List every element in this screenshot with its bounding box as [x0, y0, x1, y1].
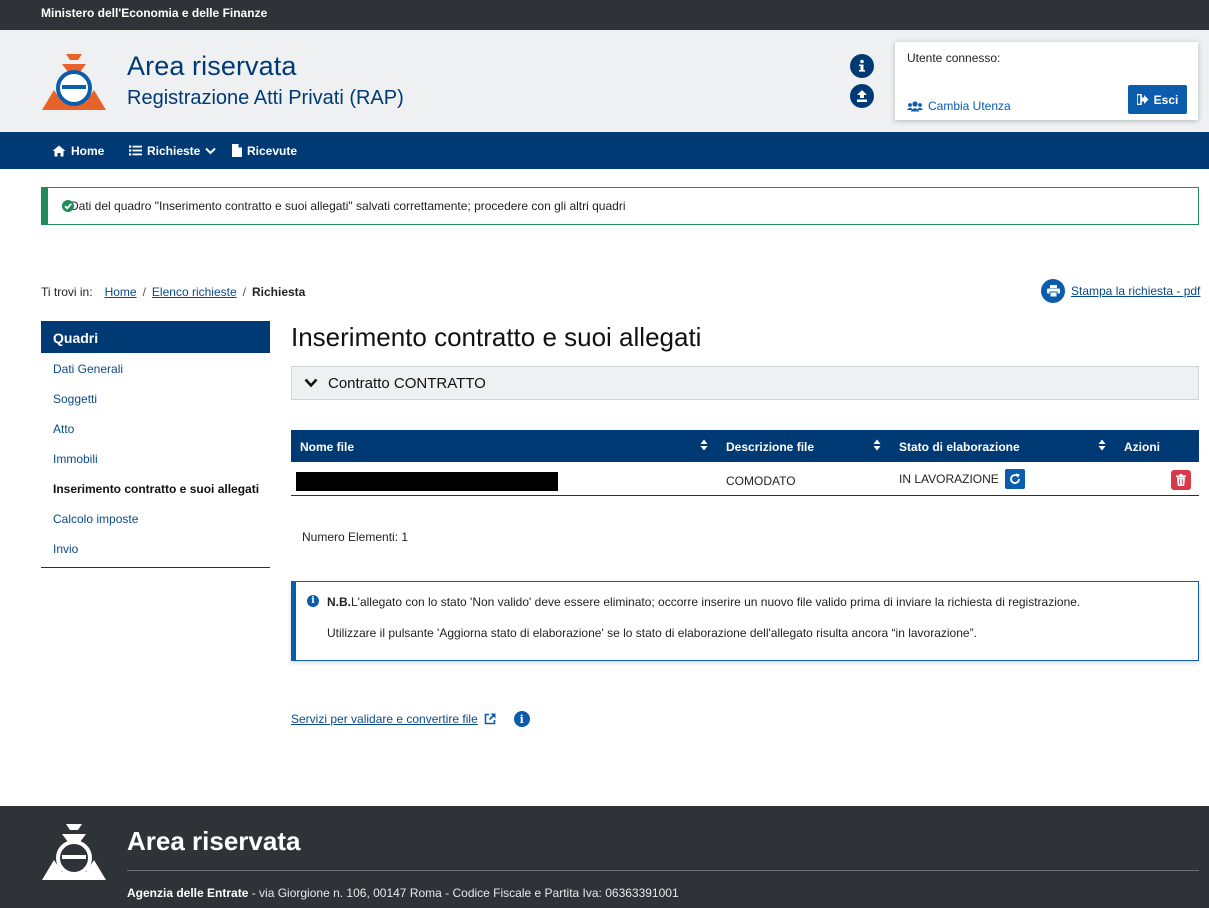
- agenzia-logo[interactable]: [40, 52, 108, 112]
- info-icon[interactable]: i: [513, 711, 530, 727]
- chevron-down-icon: [304, 378, 318, 388]
- agenzia-logo: [42, 824, 106, 880]
- accordion-contratto[interactable]: Contratto CONTRATTO: [291, 366, 1199, 400]
- home-icon: [52, 145, 66, 156]
- print-request-label[interactable]: Stampa la richiesta - pdf: [1071, 284, 1200, 298]
- user-box: Utente connesso: Cambia Utenza Esci: [895, 42, 1198, 120]
- info-icon[interactable]: [850, 54, 874, 78]
- external-link-icon[interactable]: [484, 713, 496, 725]
- trash-icon: [1176, 474, 1186, 486]
- nav-home[interactable]: Home: [52, 132, 104, 169]
- breadcrumb-prefix: Ti trovi in:: [41, 285, 93, 299]
- refresh-icon: [1010, 473, 1020, 484]
- user-connected-label: Utente connesso:: [907, 51, 1001, 65]
- refresh-status-button[interactable]: [1005, 469, 1025, 489]
- sort-icon[interactable]: [700, 439, 708, 454]
- files-table: Nome file Descrizione file Stato di elab…: [291, 430, 1199, 496]
- success-alert: Dati del quadro "Inserimento contratto e…: [41, 187, 1199, 225]
- page-title: Inserimento contratto e suoi allegati: [291, 322, 702, 352]
- note-box: i N.B.L'allegato con lo stato 'Non valid…: [291, 581, 1199, 661]
- app-subtitle: Registrazione Atti Privati (RAP): [127, 87, 404, 109]
- breadcrumb-separator: /: [142, 285, 146, 299]
- list-icon: [129, 145, 142, 156]
- note-bold: N.B.: [327, 595, 351, 609]
- accordion-title: Contratto CONTRATTO: [328, 374, 486, 392]
- sidebar-item-dati-generali[interactable]: Dati Generali: [41, 353, 270, 383]
- nav-richieste[interactable]: Richieste: [129, 132, 217, 169]
- redacted-file-name: [296, 472, 558, 491]
- services-row: Servizi per validare e convertire file i: [291, 711, 530, 727]
- delete-file-button[interactable]: [1171, 470, 1191, 490]
- print-request-link[interactable]: Stampa la richiesta - pdf: [1041, 279, 1200, 303]
- ministry-name: Ministero dell'Economia e delle Finanze: [41, 6, 268, 20]
- upload-icon[interactable]: [850, 84, 874, 108]
- info-icon: i: [307, 595, 319, 607]
- footer-address: Agenzia delle Entrate - via Giorgione n.…: [127, 886, 679, 900]
- print-icon: [1041, 279, 1065, 303]
- footer-address-text: - via Giorgione n. 106, 00147 Roma - Cod…: [248, 886, 679, 900]
- switch-user-link[interactable]: Cambia Utenza: [907, 99, 1011, 113]
- sidebar-item-invio[interactable]: Invio: [41, 533, 270, 563]
- note-text-1: L'allegato con lo stato 'Non valido' dev…: [351, 595, 1081, 609]
- footer: Area riservata Agenzia delle Entrate - v…: [0, 806, 1209, 908]
- services-link[interactable]: Servizi per validare e convertire file: [291, 712, 478, 726]
- sidebar-heading: Quadri: [41, 321, 270, 353]
- items-count: Numero Elementi: 1: [302, 530, 409, 544]
- breadcrumb-current: Richiesta: [251, 285, 306, 299]
- note-line-2: Utilizzare il pulsante 'Aggiorna stato d…: [327, 626, 977, 640]
- sidebar-item-atto[interactable]: Atto: [41, 413, 270, 443]
- sidebar-item-immobili[interactable]: Immobili: [41, 443, 270, 473]
- logout-button[interactable]: Esci: [1128, 85, 1187, 114]
- sidebar-item-inserimento-contratto[interactable]: Inserimento contratto e suoi allegati: [41, 473, 270, 503]
- users-icon: [907, 100, 923, 111]
- breadcrumb-separator: /: [242, 285, 246, 299]
- file-status: IN LAVORAZIONE: [899, 472, 999, 486]
- logout-label: Esci: [1153, 92, 1179, 107]
- document-icon: [232, 144, 242, 157]
- nav-ricevute[interactable]: Ricevute: [232, 132, 297, 169]
- footer-title: Area riservata: [127, 826, 301, 856]
- nav-richieste-label: Richieste: [147, 143, 201, 158]
- table-row: COMODATO IN LAVORAZIONE: [291, 462, 1199, 496]
- success-message: Dati del quadro "Inserimento contratto e…: [70, 199, 626, 213]
- sort-icon[interactable]: [873, 439, 881, 454]
- table-header: Nome file Descrizione file Stato di elab…: [291, 430, 1199, 462]
- footer-agency: Agenzia delle Entrate: [127, 886, 249, 900]
- sidebar-quadri: Quadri Dati Generali Soggetti Atto Immob…: [41, 321, 270, 568]
- breadcrumb-elenco-richieste[interactable]: Elenco richieste: [152, 285, 237, 299]
- nav-ricevute-label: Ricevute: [247, 143, 298, 158]
- breadcrumb-home[interactable]: Home: [105, 285, 137, 299]
- note-line-1: N.B.L'allegato con lo stato 'Non valido'…: [327, 595, 1080, 609]
- sidebar-item-soggetti[interactable]: Soggetti: [41, 383, 270, 413]
- app-title: Area riservata: [127, 51, 297, 81]
- nav-home-label: Home: [71, 143, 105, 158]
- footer-divider: [127, 870, 1199, 871]
- sidebar-item-calcolo-imposte[interactable]: Calcolo imposte: [41, 503, 270, 533]
- column-header-descrizione-file[interactable]: Descrizione file: [726, 440, 814, 454]
- check-circle-icon: [62, 200, 74, 212]
- header: Area riservata Registrazione Atti Privat…: [0, 30, 1209, 132]
- breadcrumb: Ti trovi in: Home / Elenco richieste / R…: [41, 285, 305, 299]
- switch-user-label: Cambia Utenza: [928, 99, 1011, 113]
- sort-icon[interactable]: [1098, 439, 1106, 454]
- file-description: COMODATO: [726, 474, 796, 488]
- logout-icon: [1136, 94, 1149, 105]
- column-header-stato-elaborazione[interactable]: Stato di elaborazione: [899, 440, 1020, 454]
- column-header-azioni: Azioni: [1124, 440, 1160, 454]
- main-nav: Home Richieste Ricevute: [0, 132, 1209, 169]
- column-header-nome-file[interactable]: Nome file: [300, 440, 354, 454]
- chevron-down-icon: [205, 147, 217, 154]
- ministry-bar: Ministero dell'Economia e delle Finanze: [0, 0, 1209, 30]
